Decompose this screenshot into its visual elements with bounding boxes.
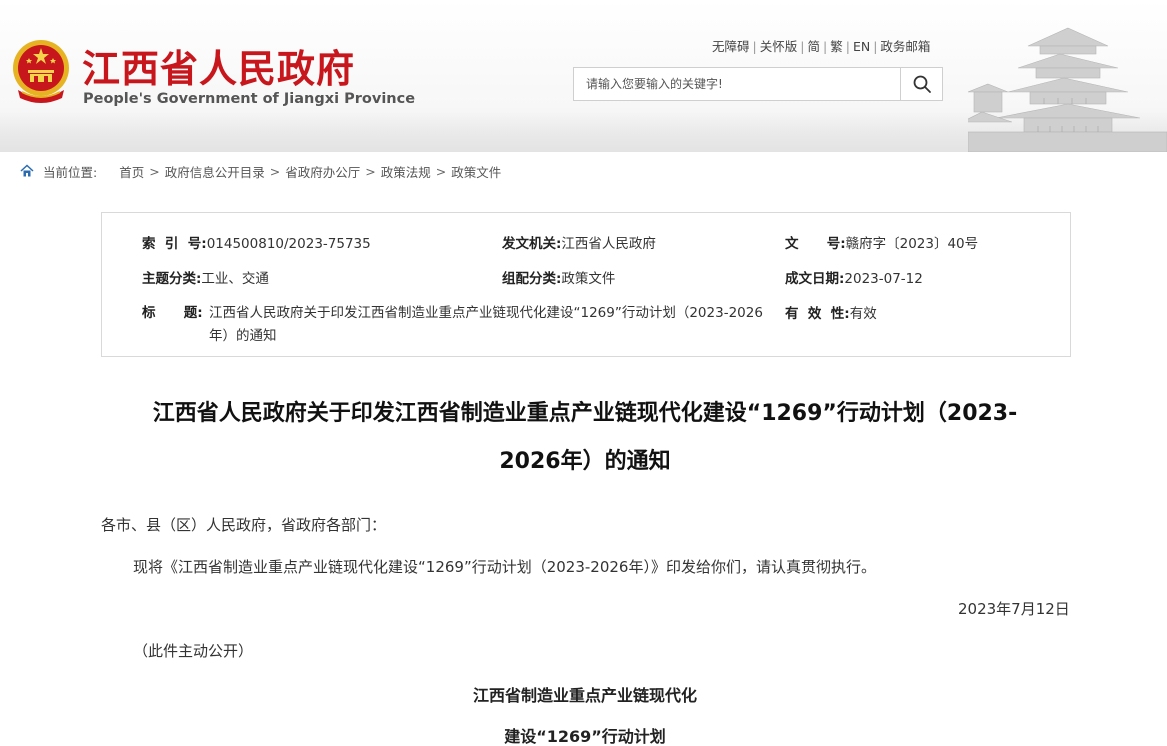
breadcrumb-gov-office[interactable]: 省政府办公厅 — [285, 162, 360, 181]
breadcrumb-arrow: > — [149, 163, 160, 179]
breadcrumb-label: 当前位置: — [43, 164, 98, 180]
breadcrumb-home[interactable]: 首页 — [119, 162, 144, 181]
meta-index-key: 索 引 号: — [142, 236, 207, 252]
document-meta-table: 索 引 号:014500810/2023-75735 发文机关:江西省人民政府 … — [101, 212, 1071, 357]
breadcrumb-policy-law[interactable]: 政策法规 — [381, 162, 431, 181]
meta-subject: 主题分类:工业、交通 — [142, 267, 269, 287]
meta-subject-value: 工业、交通 — [201, 271, 269, 287]
attachment-title-line: 建设“1269”行动计划 — [504, 727, 666, 746]
site-title[interactable]: 江西省人民政府 — [82, 38, 355, 93]
meta-category-key: 组配分类: — [502, 271, 562, 287]
meta-issuer-value: 江西省人民政府 — [561, 236, 656, 252]
site-header: 江西省人民政府 People's Government of Jiangxi P… — [0, 0, 1167, 152]
meta-title-value: 江西省人民政府关于印发江西省制造业重点产业链现代化建设“1269”行动计划（20… — [209, 305, 763, 344]
article-title-line: 江西省人民政府关于印发江西省制造业重点产业链现代化建设“1269”行动计划（20… — [152, 401, 1018, 426]
top-links: 无障碍 | 关怀版 | 简 | 繁 | EN | 政务邮箱 — [712, 36, 930, 55]
search-input[interactable] — [574, 68, 902, 100]
meta-index-value: 014500810/2023-75735 — [206, 236, 371, 252]
article-date: 2023年7月12日 — [958, 600, 1070, 618]
article-title-line: 2026年）的通知 — [499, 449, 671, 474]
meta-date-value: 2023-07-12 — [844, 271, 923, 287]
meta-validity: 有 效 性:有效 — [785, 302, 877, 322]
meta-category: 组配分类:政策文件 — [502, 267, 615, 287]
meta-date: 成文日期:2023-07-12 — [785, 267, 923, 287]
meta-category-value: 政策文件 — [561, 271, 616, 287]
link-traditional[interactable]: 繁 — [830, 39, 843, 54]
article-public-note: （此件主动公开） — [133, 642, 254, 660]
article-salutation: 各市、县（区）人民政府，省政府各部门： — [101, 516, 387, 534]
search-box — [573, 67, 943, 101]
link-separator: | — [873, 39, 878, 54]
meta-title-key: 标 题: — [142, 305, 203, 321]
search-icon — [913, 75, 931, 93]
link-english[interactable]: EN — [853, 39, 870, 54]
meta-docno-value: 赣府字〔2023〕40号 — [845, 236, 979, 252]
national-emblem-icon — [13, 40, 69, 103]
meta-issuer-key: 发文机关: — [502, 236, 562, 252]
meta-validity-value: 有效 — [849, 306, 877, 322]
link-separator: | — [752, 39, 757, 54]
breadcrumb-arrow: > — [435, 163, 447, 179]
link-gov-mail[interactable]: 政务邮箱 — [880, 39, 930, 54]
meta-subject-key: 主题分类: — [142, 271, 202, 287]
link-separator: | — [800, 39, 805, 54]
article-title: 江西省人民政府关于印发江西省制造业重点产业链现代化建设“1269”行动计划（20… — [100, 390, 1070, 486]
breadcrumb-arrow: > — [269, 163, 281, 179]
link-accessibility[interactable]: 无障碍 — [712, 39, 750, 54]
link-simplified[interactable]: 简 — [807, 39, 820, 54]
meta-index-number: 索 引 号:014500810/2023-75735 — [142, 232, 371, 252]
pagoda-illustration-icon — [968, 27, 1167, 152]
meta-issuer: 发文机关:江西省人民政府 — [502, 232, 656, 252]
breadcrumb-policy-docs[interactable]: 政策文件 — [451, 162, 501, 181]
breadcrumb: 当前位置: 首页 > 政府信息公开目录 > 省政府办公厅 > 政策法规 > 政策… — [20, 161, 501, 181]
meta-docno-key: 文 号: — [785, 236, 846, 252]
meta-doc-number: 文 号:赣府字〔2023〕40号 — [785, 232, 978, 252]
link-separator: | — [845, 39, 850, 54]
breadcrumb-arrow: > — [365, 163, 376, 179]
link-separator: | — [822, 39, 828, 54]
search-button[interactable] — [900, 68, 942, 100]
site-subtitle: People's Government of Jiangxi Province — [83, 91, 416, 107]
link-care-version[interactable]: 关怀版 — [760, 39, 798, 54]
home-icon — [20, 164, 34, 177]
article-body-paragraph: 现将《江西省制造业重点产业链现代化建设“1269”行动计划（2023-2026年… — [133, 558, 876, 576]
meta-validity-key: 有 效 性: — [785, 306, 850, 322]
meta-date-key: 成文日期: — [785, 271, 845, 287]
attachment-title-line: 江西省制造业重点产业链现代化 — [472, 686, 697, 705]
breadcrumb-info-catalog[interactable]: 政府信息公开目录 — [165, 162, 265, 181]
